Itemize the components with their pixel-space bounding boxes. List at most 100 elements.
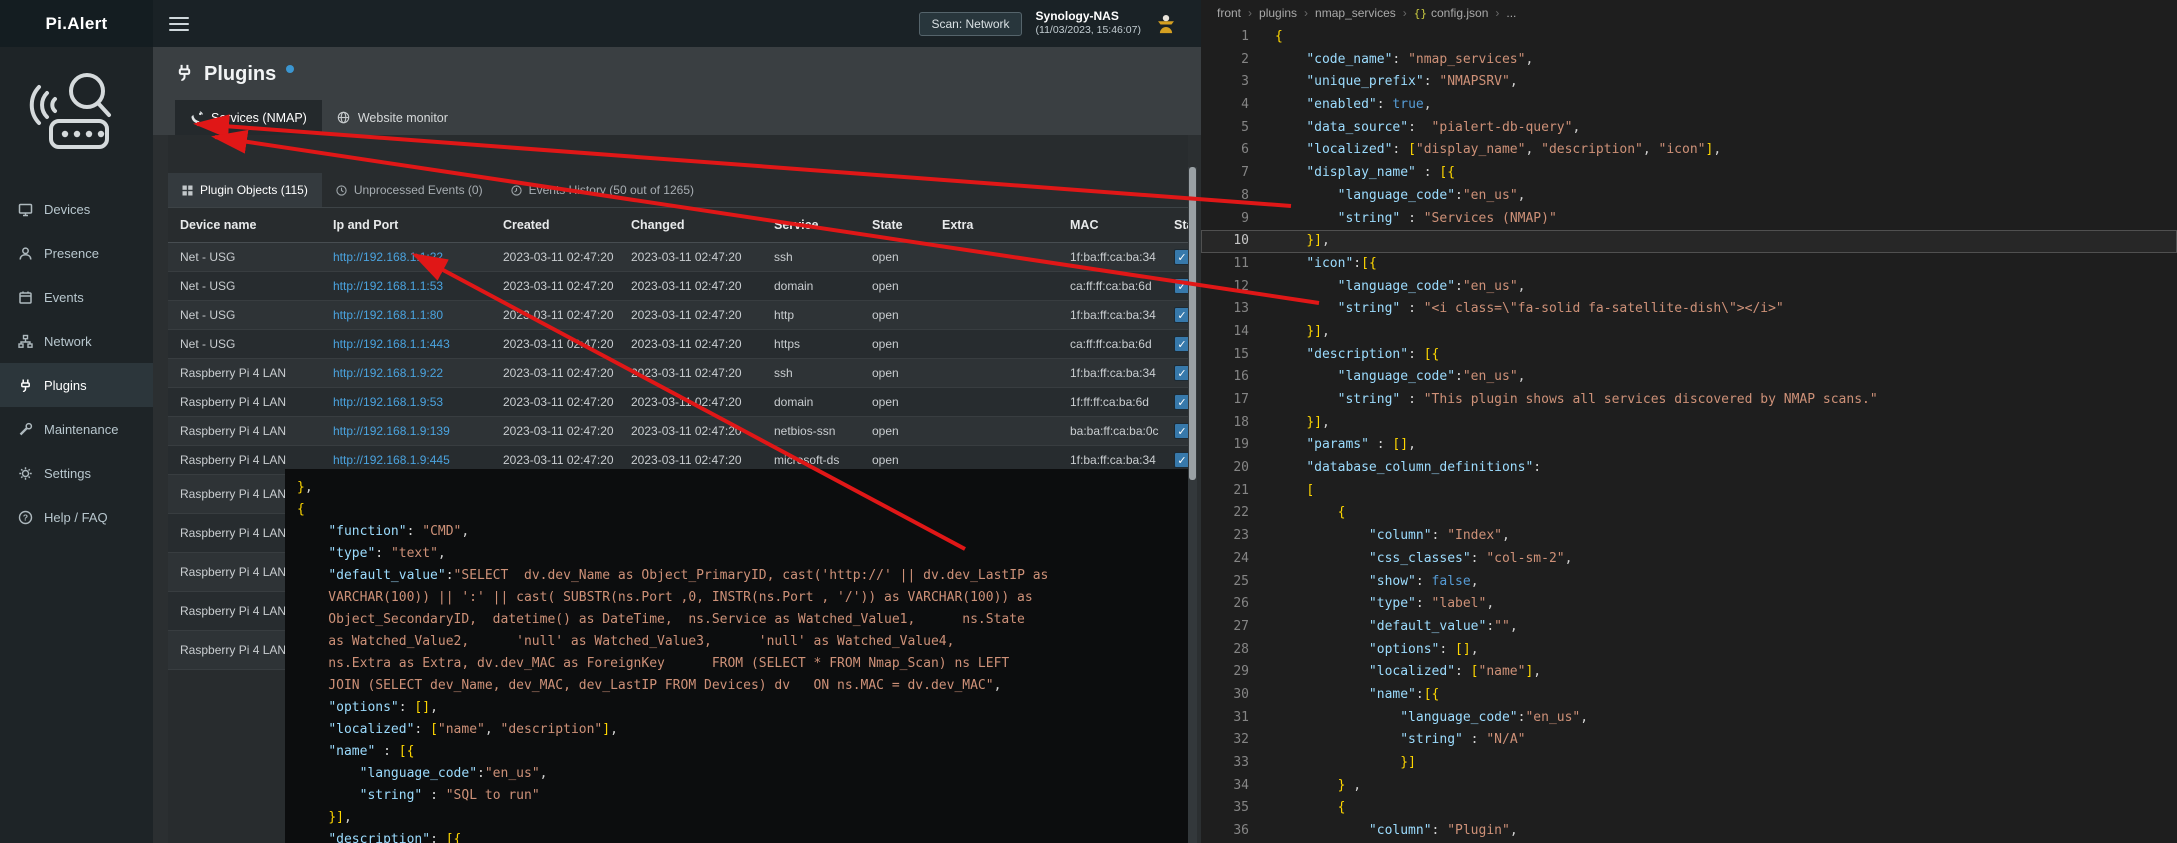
column-header[interactable]: Status [1162, 218, 1188, 232]
overlay-code-line: Object_SecondaryID, datetime() as DateTi… [297, 609, 1187, 631]
sidebar-item-label: Maintenance [44, 422, 118, 437]
editor-line: 27 "default_value":"", [1201, 616, 2177, 639]
overlay-code-line: { [297, 499, 1187, 521]
host-name: Synology-NAS [1036, 9, 1141, 24]
table-row[interactable]: Net - USG http://192.168.1.1:80 2023-03-… [168, 301, 1188, 330]
scrollbar-thumb[interactable] [1189, 167, 1196, 480]
state-cell: open [860, 308, 930, 322]
column-header[interactable]: MAC [1058, 218, 1162, 232]
column-header[interactable]: Changed [619, 218, 762, 232]
editor-line: 12 "language_code":"en_us", [1201, 276, 2177, 299]
state-cell: open [860, 453, 930, 467]
sidebar-toggle-icon[interactable] [169, 17, 189, 31]
column-header[interactable]: Created [491, 218, 619, 232]
scan-status-badge: Scan: Network [919, 12, 1021, 36]
row-checkbox[interactable]: ✓ [1174, 394, 1188, 410]
row-checkbox[interactable]: ✓ [1174, 423, 1188, 439]
ip-port-link[interactable]: http://192.168.1.1:53 [333, 279, 443, 293]
editor-line: 26 "type": "label", [1201, 593, 2177, 616]
ip-port-link[interactable]: http://192.168.1.9:139 [333, 424, 450, 438]
mac-cell: ca:ff:ff:ca:ba:6d [1058, 337, 1162, 351]
editor-line: 4 "enabled": true, [1201, 94, 2177, 117]
ip-port-link[interactable]: http://192.168.1.1:80 [333, 308, 443, 322]
sidebar-item-network[interactable]: Network [0, 319, 153, 363]
code-editor-panel[interactable]: front›plugins›nmap_services›{}config.jso… [1201, 0, 2177, 843]
tab-events-history[interactable]: Events History (50 out of 1265) [497, 173, 708, 207]
user-icon [18, 246, 33, 261]
ip-port-link[interactable]: http://192.168.1.9:22 [333, 366, 443, 380]
changed-cell: 2023-03-11 02:47:20 [619, 279, 762, 293]
sidebar-item-events[interactable]: Events [0, 275, 153, 319]
changed-cell: 2023-03-11 02:47:20 [619, 424, 762, 438]
sidebar-item-help[interactable]: ? Help / FAQ [0, 495, 153, 539]
editor-line: 36 "column": "Plugin", [1201, 820, 2177, 843]
sidebar-item-presence[interactable]: Presence [0, 231, 153, 275]
breadcrumb-item[interactable]: plugins [1259, 6, 1297, 20]
column-header[interactable]: State [860, 218, 930, 232]
editor-line: 34 } , [1201, 775, 2177, 798]
sidebar: Devices Presence Events Network Plugins … [0, 47, 153, 843]
editor-breadcrumb: front›plugins›nmap_services›{}config.jso… [1201, 0, 2177, 26]
sidebar-item-settings[interactable]: Settings [0, 451, 153, 495]
page-title: Plugins [204, 63, 276, 86]
row-checkbox[interactable]: ✓ [1174, 452, 1188, 468]
changed-cell: 2023-03-11 02:47:20 [619, 250, 762, 264]
editor-line: 18 }], [1201, 412, 2177, 435]
editor-line: 7 "display_name" : [{ [1201, 162, 2177, 185]
state-cell: open [860, 250, 930, 264]
editor-line: 32 "string" : "N/A" [1201, 729, 2177, 752]
row-checkbox[interactable]: ✓ [1174, 249, 1188, 265]
host-info: Synology-NAS (11/03/2023, 15:46:07) [1036, 9, 1141, 37]
changed-cell: 2023-03-11 02:47:20 [619, 308, 762, 322]
ip-port-link[interactable]: http://192.168.1.9:53 [333, 395, 443, 409]
created-cell: 2023-03-11 02:47:20 [491, 395, 619, 409]
gear-icon [18, 466, 33, 481]
service-cell: https [762, 337, 860, 351]
table-row[interactable]: Net - USG http://192.168.1.1:53 2023-03-… [168, 272, 1188, 301]
tab-unprocessed-events[interactable]: Unprocessed Events (0) [322, 173, 497, 207]
row-checkbox[interactable]: ✓ [1174, 336, 1188, 352]
column-header[interactable]: Ip and Port [321, 218, 491, 232]
table-row[interactable]: Raspberry Pi 4 LAN http://192.168.1.9:53… [168, 388, 1188, 417]
breadcrumb-item[interactable]: front [1217, 6, 1241, 20]
ip-port-link[interactable]: http://192.168.1.1:22 [333, 250, 443, 264]
row-checkbox[interactable]: ✓ [1174, 307, 1188, 323]
sidebar-item-plugins[interactable]: Plugins [0, 363, 153, 407]
created-cell: 2023-03-11 02:47:20 [491, 250, 619, 264]
editor-line: 10 }], [1201, 230, 2177, 253]
breadcrumb-item[interactable]: ... [1506, 6, 1516, 20]
editor-line: 23 "column": "Index", [1201, 525, 2177, 548]
overlay-code-line: "description": [{ [297, 829, 1187, 843]
json-file-icon: {} [1414, 7, 1427, 20]
device-name-cell: Raspberry Pi 4 LAN [168, 453, 321, 467]
column-header[interactable]: Device name [168, 218, 321, 232]
editor-line: 22 { [1201, 502, 2177, 525]
breadcrumb-item[interactable]: {}config.json [1414, 6, 1489, 20]
row-checkbox[interactable]: ✓ [1174, 365, 1188, 381]
mac-cell: ca:ff:ff:ca:ba:6d [1058, 279, 1162, 293]
tab-plugin-objects[interactable]: Plugin Objects (115) [168, 173, 322, 207]
column-header[interactable]: Extra [930, 218, 1058, 232]
tab-website-monitor[interactable]: Website monitor [322, 100, 463, 135]
overlay-code-line: VARCHAR(100)) || ':' || cast( SUBSTR(ns.… [297, 587, 1187, 609]
sidebar-item-maintenance[interactable]: Maintenance [0, 407, 153, 451]
state-cell: open [860, 395, 930, 409]
state-cell: open [860, 279, 930, 293]
header-user-icon[interactable] [1155, 13, 1177, 35]
tab-services-nmap[interactable]: Services (NMAP) [175, 100, 322, 135]
sidebar-item-devices[interactable]: Devices [0, 187, 153, 231]
column-header[interactable]: Service [762, 218, 860, 232]
ip-port-link[interactable]: http://192.168.1.9:445 [333, 453, 450, 467]
sidebar-item-label: Events [44, 290, 84, 305]
table-row[interactable]: Raspberry Pi 4 LAN http://192.168.1.9:13… [168, 417, 1188, 446]
breadcrumb-item[interactable]: nmap_services [1315, 6, 1396, 20]
row-checkbox[interactable]: ✓ [1174, 278, 1188, 294]
device-name-cell: Raspberry Pi 4 LAN [168, 424, 321, 438]
table-row[interactable]: Net - USG http://192.168.1.1:22 2023-03-… [168, 243, 1188, 272]
editor-line: 28 "options": [], [1201, 639, 2177, 662]
plug-icon [18, 378, 33, 393]
ip-port-link[interactable]: http://192.168.1.1:443 [333, 337, 450, 351]
table-row[interactable]: Net - USG http://192.168.1.1:443 2023-03… [168, 330, 1188, 359]
table-row[interactable]: Raspberry Pi 4 LAN http://192.168.1.9:22… [168, 359, 1188, 388]
device-name-cell: Raspberry Pi 4 LAN [168, 366, 321, 380]
